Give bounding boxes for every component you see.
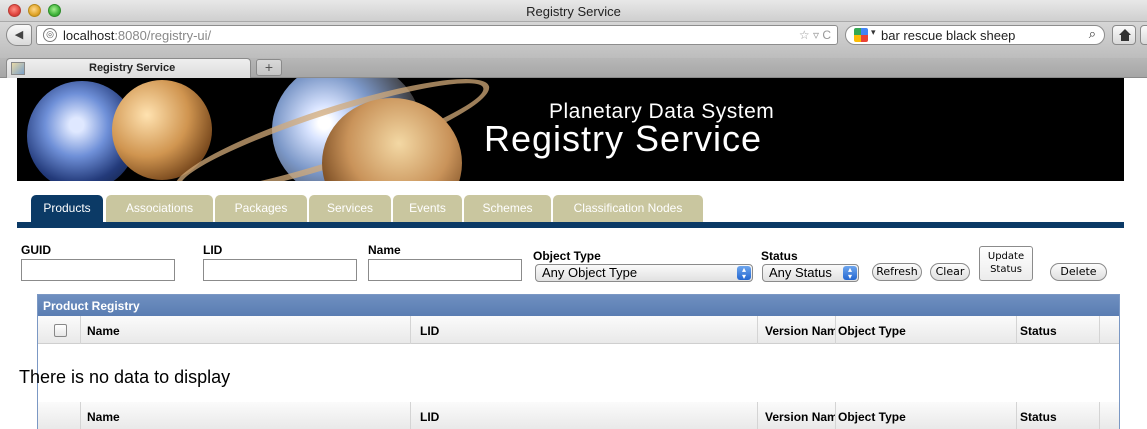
- page-content: Planetary Data System Registry Service P…: [17, 78, 1127, 429]
- browser-tab-strip: Registry Service +: [0, 58, 1147, 78]
- object-type-label: Object Type: [533, 249, 601, 263]
- app-tab-bar: Products Associations Packages Services …: [17, 195, 1124, 228]
- guid-label: GUID: [21, 243, 51, 257]
- column-header-object-type[interactable]: Object Type: [838, 324, 1008, 338]
- page-left-margin: [0, 78, 17, 429]
- guid-input[interactable]: [21, 259, 175, 281]
- browser-tab-label: Registry Service: [89, 62, 176, 74]
- column-separator: [80, 402, 81, 429]
- column-footer-object-type: Object Type: [838, 410, 906, 424]
- update-status-button[interactable]: Update Status: [979, 246, 1033, 281]
- column-separator: [1099, 402, 1100, 429]
- window-title: Registry Service: [526, 4, 621, 19]
- back-button[interactable]: ◀: [6, 24, 32, 46]
- home-button[interactable]: [1112, 25, 1136, 45]
- delete-button[interactable]: Delete: [1050, 263, 1107, 281]
- grid-title: Product Registry: [43, 299, 140, 313]
- column-separator: [757, 402, 758, 429]
- tab-bar-underline: [17, 222, 1124, 228]
- column-separator: [1099, 316, 1100, 344]
- bookmark-star-icon[interactable]: ☆: [799, 28, 810, 42]
- reload-icon[interactable]: C: [822, 28, 831, 42]
- select-arrows-icon: ▴ ▾: [843, 266, 857, 281]
- browser-toolbar: ◀ ◎ localhost:8080/registry-ui/ ☆ ▿ C ▾ …: [0, 22, 1147, 58]
- column-separator: [410, 316, 411, 344]
- tab-schemes[interactable]: Schemes: [464, 195, 551, 222]
- column-separator: [80, 316, 81, 344]
- empty-data-message: There is no data to display: [19, 367, 231, 387]
- select-arrows-icon: ▴ ▾: [737, 266, 751, 281]
- site-identity-icon[interactable]: ◎: [43, 28, 57, 42]
- product-registry-grid: Product Registry Name LID Version Name O…: [19, 294, 1120, 429]
- clear-button[interactable]: Clear: [930, 263, 970, 281]
- object-type-value: Any Object Type: [542, 265, 638, 280]
- status-value: Any Status: [769, 265, 832, 280]
- column-footer-lid: LID: [420, 410, 440, 424]
- browser-tab[interactable]: Registry Service: [6, 58, 251, 78]
- refresh-button[interactable]: Refresh: [872, 263, 922, 281]
- column-footer-status: Status: [1020, 410, 1057, 424]
- search-bar[interactable]: ▾ bar rescue black sheep ⌕: [845, 25, 1105, 45]
- column-header-name[interactable]: Name: [87, 324, 367, 338]
- url-controls: ☆ ▿ C: [799, 28, 831, 42]
- url-bar[interactable]: ◎ localhost:8080/registry-ui/ ☆ ▿ C: [36, 25, 838, 45]
- select-all-checkbox[interactable]: [54, 324, 67, 337]
- column-separator: [410, 402, 411, 429]
- grid-column-header-row: Name LID Version Name Object Type Status: [38, 316, 1119, 344]
- history-dropdown-icon[interactable]: ▿: [813, 28, 819, 42]
- column-header-status[interactable]: Status: [1020, 324, 1110, 338]
- filter-form: GUID LID Name Object Type Any Object Typ…: [17, 243, 1124, 288]
- column-separator: [1016, 316, 1017, 344]
- column-separator: [835, 316, 836, 344]
- search-engine-icon[interactable]: [854, 28, 868, 42]
- column-header-lid[interactable]: LID: [420, 324, 720, 338]
- tab-events[interactable]: Events: [393, 195, 462, 222]
- url-text[interactable]: localhost:8080/registry-ui/: [63, 28, 211, 43]
- status-label: Status: [761, 249, 798, 263]
- column-separator: [835, 402, 836, 429]
- url-host: localhost: [63, 28, 115, 43]
- tab-products[interactable]: Products: [31, 195, 103, 222]
- column-separator: [1016, 402, 1017, 429]
- column-footer-version-name: Version Name: [765, 410, 835, 424]
- tab-associations[interactable]: Associations: [106, 195, 213, 222]
- tab-packages[interactable]: Packages: [215, 195, 307, 222]
- search-engine-dropdown-icon[interactable]: ▾: [871, 27, 876, 38]
- lid-input[interactable]: [203, 259, 357, 281]
- object-type-select[interactable]: Any Object Type ▴ ▾: [535, 264, 753, 282]
- update-status-line-1: Update: [987, 251, 1025, 262]
- status-select[interactable]: Any Status ▴ ▾: [762, 264, 859, 282]
- new-tab-button[interactable]: +: [256, 59, 282, 76]
- name-input[interactable]: [368, 259, 522, 281]
- column-footer-name: Name: [87, 410, 120, 424]
- column-separator: [757, 316, 758, 344]
- search-icon[interactable]: ⌕: [1089, 26, 1096, 42]
- page-right-margin: [1127, 78, 1147, 429]
- grid-header: Product Registry: [38, 295, 1119, 316]
- lid-label: LID: [203, 243, 223, 257]
- banner-title: Registry Service: [484, 118, 763, 159]
- grid-column-footer-row: Name LID Version Name Object Type Status: [38, 402, 1119, 429]
- search-input[interactable]: bar rescue black sheep: [881, 28, 1015, 43]
- tab-services[interactable]: Services: [309, 195, 391, 222]
- header-banner: Planetary Data System Registry Service: [17, 78, 1124, 181]
- column-header-version-name[interactable]: Version Name: [765, 324, 835, 338]
- name-label: Name: [368, 243, 401, 257]
- update-status-line-2: Status: [990, 264, 1022, 275]
- window-titlebar: Registry Service: [0, 0, 1147, 22]
- extension-button[interactable]: [1140, 25, 1147, 45]
- url-path: :8080/registry-ui/: [114, 28, 212, 43]
- favicon-icon: [11, 62, 25, 75]
- tab-classification-nodes[interactable]: Classification Nodes: [553, 195, 703, 222]
